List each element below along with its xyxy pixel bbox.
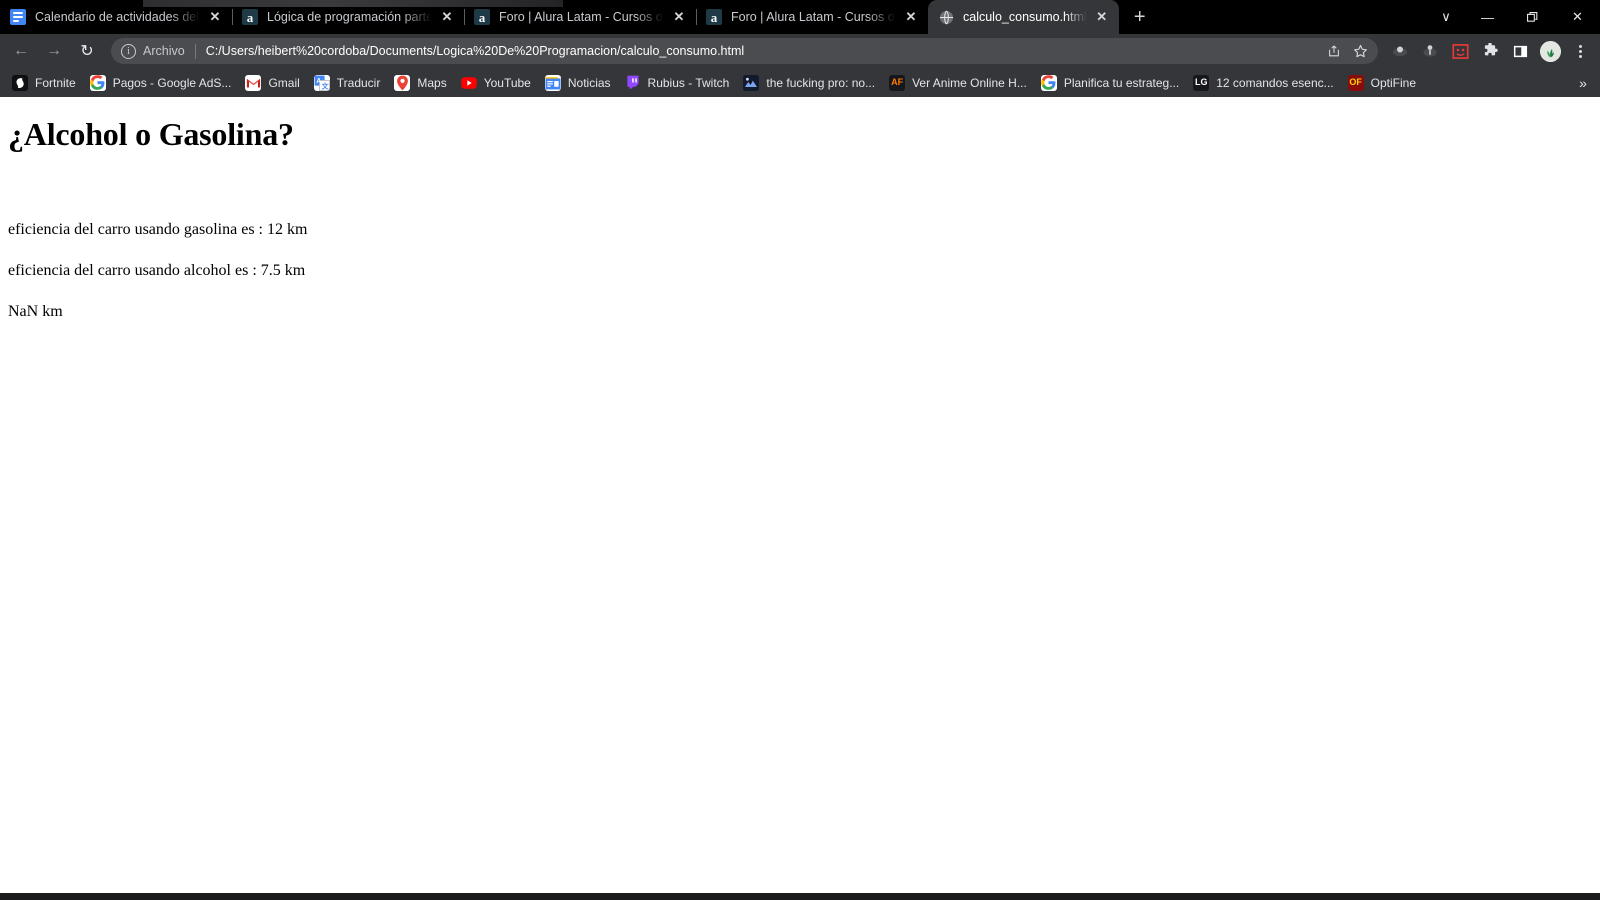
bookmark-label: Pagos - Google AdS... (112, 75, 232, 90)
bookmark-label: Rubius - Twitch (647, 75, 730, 90)
browser-toolbar: ← → ↻ i Archivo C:/Users/heibert%20cordo… (0, 34, 1600, 68)
bookmark-label: Planifica tu estrateg... (1063, 75, 1180, 90)
window-controls: ∨ — ✕ (1427, 0, 1600, 34)
browser-tab-4-active[interactable]: calculo_consumo.html ✕ (928, 0, 1119, 34)
bookmark-label: Maps (417, 75, 447, 90)
omnibox-divider (194, 43, 196, 59)
profile-avatar[interactable] (1536, 37, 1564, 65)
google-translate-icon: A 文 (313, 74, 330, 91)
tab-close-button[interactable]: ✕ (438, 8, 456, 26)
extension-one-icon[interactable] (1386, 37, 1414, 65)
tab-search-icon[interactable]: ∨ (1427, 0, 1465, 34)
bookmarks-bar: Fortnite Pagos - Google AdS... Gmail A 文… (0, 68, 1600, 97)
alura-icon: a (242, 9, 258, 25)
bookmark-item-rubius-twitch[interactable]: Rubius - Twitch (621, 72, 738, 94)
puzzle-icon[interactable] (1476, 37, 1504, 65)
optifine-icon-text: OF (1349, 77, 1362, 87)
page-content: ¿Alcohol o Gasolina? eficiencia del carr… (0, 116, 1600, 322)
restore-button[interactable] (1510, 0, 1555, 34)
bookmark-item-maps[interactable]: Maps (390, 72, 454, 94)
animeflv-icon-text: AF (891, 77, 904, 87)
animeflv-icon: AF (889, 74, 906, 91)
google-maps-icon (394, 74, 411, 91)
page-info-icon[interactable]: i (121, 43, 136, 59)
gmail-icon (245, 74, 262, 91)
bookmark-item-12-comandos[interactable]: LG 12 comandos esenc... (1189, 72, 1341, 94)
bookmark-item-planifica-tu-estrategia[interactable]: Planifica tu estrateg... (1037, 72, 1187, 94)
new-tab-button[interactable]: + (1125, 2, 1155, 32)
bookmark-label: Ver Anime Online H... (912, 75, 1027, 90)
bookmark-label: YouTube (483, 75, 531, 90)
url-text[interactable]: C:/Users/heibert%20cordoba/Documents/Log… (206, 44, 1320, 58)
bookmark-label: Traducir (336, 75, 381, 90)
bookmark-label: Gmail (268, 75, 300, 90)
three-dot-menu-icon[interactable] (1566, 37, 1594, 65)
google-icon (89, 74, 106, 91)
bookmark-item-the-fucking-pro[interactable]: the fucking pro: no... (739, 72, 883, 94)
bookmark-item-fortnite[interactable]: Fortnite (8, 72, 84, 94)
sidebar-panel-icon[interactable] (1506, 37, 1534, 65)
forward-button[interactable]: → (39, 36, 69, 66)
result-alcohol: eficiencia del carro usando alcohol es :… (8, 261, 306, 279)
tab-title: Foro | Alura Latam - Cursos onlin (731, 10, 896, 24)
bookmark-label: Fortnite (35, 75, 76, 90)
globe-icon (938, 9, 954, 25)
menu-dots (1578, 44, 1582, 58)
page-title: ¿Alcohol o Gasolina? (8, 116, 294, 152)
google-docs-icon (10, 9, 26, 25)
tab-title: Foro | Alura Latam - Cursos onlin (499, 10, 664, 24)
youtube-icon (461, 75, 477, 91)
svg-text:A: A (316, 78, 321, 85)
bookmark-item-ver-anime-online[interactable]: AF Ver Anime Online H... (885, 72, 1035, 94)
twitch-icon (625, 75, 641, 91)
bookmarks-overflow-button[interactable]: » (1572, 72, 1594, 94)
svg-text:文: 文 (321, 81, 329, 90)
alura-icon: a (474, 9, 490, 25)
avatar (1539, 40, 1561, 62)
linuxgeek-icon-text: LG (1194, 77, 1208, 87)
star-icon[interactable] (1348, 39, 1372, 63)
linuxgeek-icon: LG (1193, 74, 1210, 91)
generic-site-icon (743, 74, 760, 91)
bookmark-item-pagos-google-ads[interactable]: Pagos - Google AdS... (86, 72, 240, 94)
result-nan: NaN km (8, 303, 63, 321)
bookmark-item-noticias[interactable]: Noticias (541, 72, 619, 94)
scheme-label: Archivo (143, 44, 185, 58)
alura-icon: a (706, 9, 722, 25)
tab-title: Lógica de programación parte 1: (267, 10, 432, 24)
bookmark-item-traducir[interactable]: A 文 Traducir (310, 72, 389, 94)
address-bar[interactable]: i Archivo C:/Users/heibert%20cordoba/Doc… (111, 38, 1378, 64)
tab-close-button[interactable]: ✕ (1093, 8, 1111, 26)
browser-tab-3[interactable]: a Foro | Alura Latam - Cursos onlin ✕ (696, 0, 928, 34)
page-viewport: ¿Alcohol o Gasolina? eficiencia del carr… (0, 97, 1600, 893)
reload-button[interactable]: ↻ (72, 36, 102, 66)
result-gasolina: eficiencia del carro usando gasolina es … (8, 220, 308, 238)
bookmark-label: Noticias (567, 75, 611, 90)
minimize-button[interactable]: — (1465, 0, 1510, 34)
google-news-icon (544, 74, 561, 91)
tab-close-button[interactable]: ✕ (670, 8, 688, 26)
optifine-icon: OF (1347, 74, 1364, 91)
extension-three-icon[interactable] (1446, 37, 1474, 65)
google-icon (1040, 74, 1057, 91)
taskbar-highlight (143, 0, 563, 7)
back-button[interactable]: ← (6, 36, 36, 66)
taskbar-edge (0, 0, 1600, 900)
bookmark-item-gmail[interactable]: Gmail (241, 72, 307, 94)
tab-close-button[interactable]: ✕ (902, 8, 920, 26)
omnibox-actions (1320, 39, 1372, 63)
bookmark-label: the fucking pro: no... (766, 75, 876, 90)
share-icon[interactable] (1322, 39, 1346, 63)
tab-title: calculo_consumo.html (963, 10, 1087, 24)
bookmark-item-youtube[interactable]: YouTube (457, 72, 539, 94)
bookmark-item-optifine[interactable]: OF OptiFine (1344, 72, 1424, 94)
close-window-button[interactable]: ✕ (1555, 0, 1600, 34)
tab-title: Calendario de actividades del GR (35, 10, 200, 24)
bookmark-label: 12 comandos esenc... (1216, 75, 1334, 90)
bookmark-label: OptiFine (1370, 75, 1416, 90)
tab-close-button[interactable]: ✕ (206, 8, 224, 26)
fortnite-icon (12, 74, 28, 91)
extension-two-icon[interactable] (1416, 37, 1444, 65)
